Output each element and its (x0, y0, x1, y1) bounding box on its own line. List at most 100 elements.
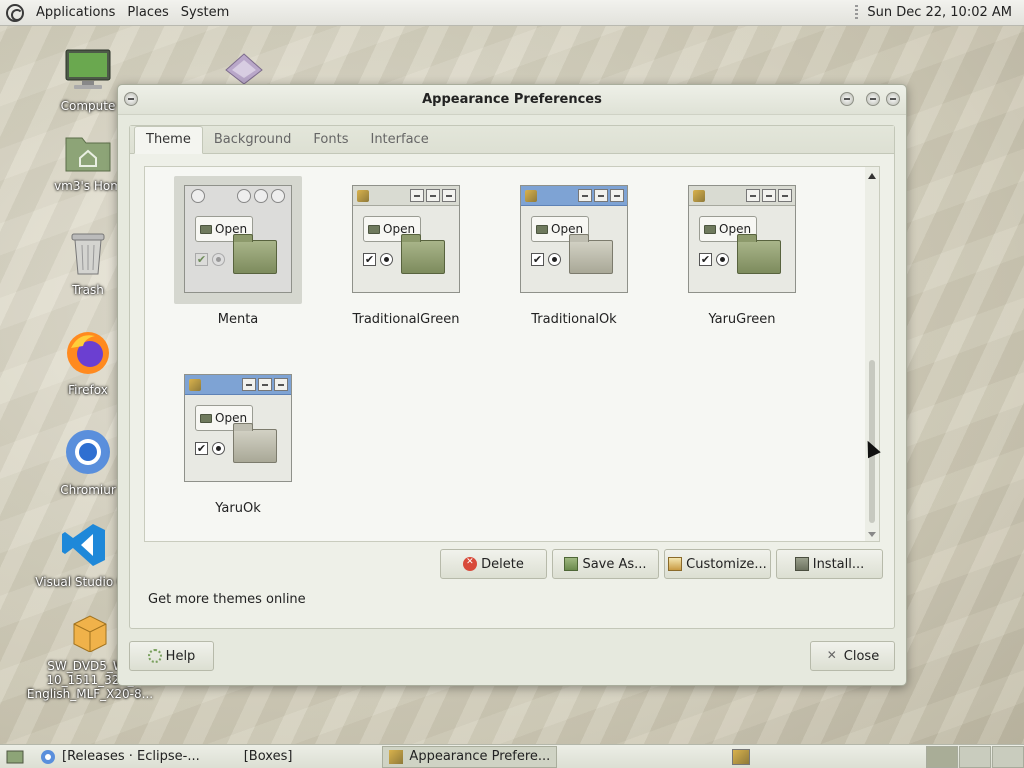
install-button[interactable]: Install... (776, 549, 883, 579)
clock-area: Sun Dec 22, 10:02 AM (855, 4, 1024, 21)
theme-preview: Open ✔ (184, 185, 292, 293)
preview-titlebar (353, 186, 459, 206)
maximize-icon[interactable] (866, 92, 880, 106)
theme-thumbnail-frame: Open ✔ (342, 176, 470, 304)
preview-titlebar (689, 186, 795, 206)
theme-name: YaruOk (215, 501, 261, 516)
save-icon (564, 557, 579, 571)
theme-thumbnail-frame: Open ✔ (510, 176, 638, 304)
system-menu[interactable]: System (181, 5, 229, 20)
theme-preview: Open ✔ (520, 185, 628, 293)
preview-checkbox-icon: ✔ (531, 253, 544, 266)
top-panel: Applications Places System Sun Dec 22, 1… (0, 0, 1024, 26)
chromium-icon (66, 430, 110, 474)
folder-small-icon (200, 413, 212, 423)
theme-preview: Open ✔ (184, 374, 292, 482)
tab-background[interactable]: Background (203, 127, 303, 153)
customize-button[interactable]: Customize... (664, 549, 771, 579)
tab-theme[interactable]: Theme (134, 126, 203, 154)
preview-minimize-icon (746, 189, 760, 202)
theme-thumbnail-frame: Open ✔ (678, 176, 806, 304)
workspace-3[interactable] (992, 745, 1024, 768)
preview-checkbox-icon: ✔ (195, 442, 208, 455)
preview-close-icon (271, 189, 285, 203)
firefox-icon (67, 332, 109, 374)
places-menu[interactable]: Places (127, 5, 168, 20)
preview-dot-icon (191, 189, 205, 203)
appearance-preferences-window: Appearance Preferences Theme Background … (117, 84, 907, 686)
tabs-frame: Theme Background Fonts Interface Open ✔ … (129, 125, 895, 629)
preview-close-icon (442, 189, 456, 202)
tray-app-icon (732, 748, 751, 765)
close-button[interactable]: Close (810, 641, 895, 671)
taskbar-item-appearance[interactable]: Appearance Prefere... (382, 745, 558, 768)
show-desktop-icon (6, 750, 24, 763)
scroll-up-icon[interactable] (868, 173, 876, 179)
distro-logo-icon[interactable] (6, 3, 24, 22)
preview-radio-icon (212, 253, 225, 266)
preview-close-icon (274, 378, 288, 391)
folder-icon (737, 234, 781, 274)
preview-radio-icon (380, 253, 393, 266)
trash-icon (71, 233, 105, 275)
folder-icon (233, 234, 277, 274)
folder-icon (401, 234, 445, 274)
theme-item-traditionalok[interactable]: Open ✔ TraditionalOk (509, 176, 639, 327)
theme-item-yarugreen[interactable]: Open ✔ YaruGreen (677, 176, 807, 327)
tab-interface[interactable]: Interface (359, 127, 439, 153)
taskbar-item-eclipse[interactable]: [Releases · Eclipse-... (34, 746, 206, 768)
get-more-themes-link[interactable]: Get more themes online (148, 592, 306, 607)
theme-item-yaruok[interactable]: Open ✔ YaruOk (173, 365, 303, 516)
app-icon (189, 379, 201, 391)
workspace-2[interactable] (959, 745, 991, 768)
preview-radio-icon (716, 253, 729, 266)
window-title: Appearance Preferences (422, 92, 602, 107)
preview-checkbox-icon: ✔ (699, 253, 712, 266)
preview-minimize-icon (242, 378, 256, 391)
app-icon (357, 190, 369, 202)
install-button-label: Install... (812, 556, 865, 572)
panel-grip-icon (855, 4, 859, 21)
help-icon (147, 649, 162, 663)
window-titlebar[interactable]: Appearance Preferences (118, 85, 906, 115)
computer-icon (65, 49, 111, 89)
theme-item-menta[interactable]: Open ✔ Menta (173, 176, 303, 327)
preview-maximize-icon (594, 189, 608, 202)
help-button[interactable]: Help (129, 641, 214, 671)
theme-item-traditionalgreen[interactable]: Open ✔ TraditionalGreen (341, 176, 471, 327)
show-desktop-button[interactable] (0, 746, 30, 768)
window-menu-icon[interactable] (124, 92, 138, 106)
theme-name: TraditionalOk (531, 312, 617, 327)
help-button-label: Help (165, 648, 196, 664)
minimize-icon[interactable] (840, 92, 854, 106)
folder-small-icon (368, 224, 380, 234)
taskbar-item-boxes[interactable]: [Boxes] (238, 746, 299, 768)
folder-icon (569, 234, 613, 274)
desktop-partial-icon[interactable] (224, 52, 264, 84)
preview-titlebar (185, 186, 291, 206)
tab-fonts[interactable]: Fonts (302, 127, 359, 153)
theme-thumbnail-frame: Open ✔ (174, 176, 302, 304)
theme-list: Open ✔ Menta Open ✔ TraditionalGreen Ope… (144, 166, 880, 542)
customize-icon (668, 557, 683, 571)
delete-icon (463, 557, 478, 571)
close-icon (826, 648, 840, 663)
taskbar-item-label: [Boxes] (243, 749, 293, 764)
folder-icon (233, 423, 277, 463)
workspace-1[interactable] (926, 745, 958, 768)
clock[interactable]: Sun Dec 22, 10:02 AM (867, 5, 1012, 20)
window-close-icon[interactable] (886, 92, 900, 106)
theme-list-scrollbar[interactable] (865, 167, 879, 541)
save-as-button[interactable]: Save As... (552, 549, 659, 579)
preview-close-icon (778, 189, 792, 202)
delete-button[interactable]: Delete (440, 549, 547, 579)
applications-menu[interactable]: Applications (36, 5, 115, 20)
taskbar-item-label: Appearance Prefere... (409, 749, 551, 764)
customize-button-label: Customize... (686, 556, 767, 572)
theme-name: TraditionalGreen (352, 312, 460, 327)
workspace-switcher (925, 745, 1024, 768)
preview-minimize-icon (578, 189, 592, 202)
tray-appearance-button[interactable] (726, 746, 756, 768)
preview-checkbox-icon: ✔ (195, 253, 208, 266)
scroll-down-icon[interactable] (868, 532, 876, 537)
